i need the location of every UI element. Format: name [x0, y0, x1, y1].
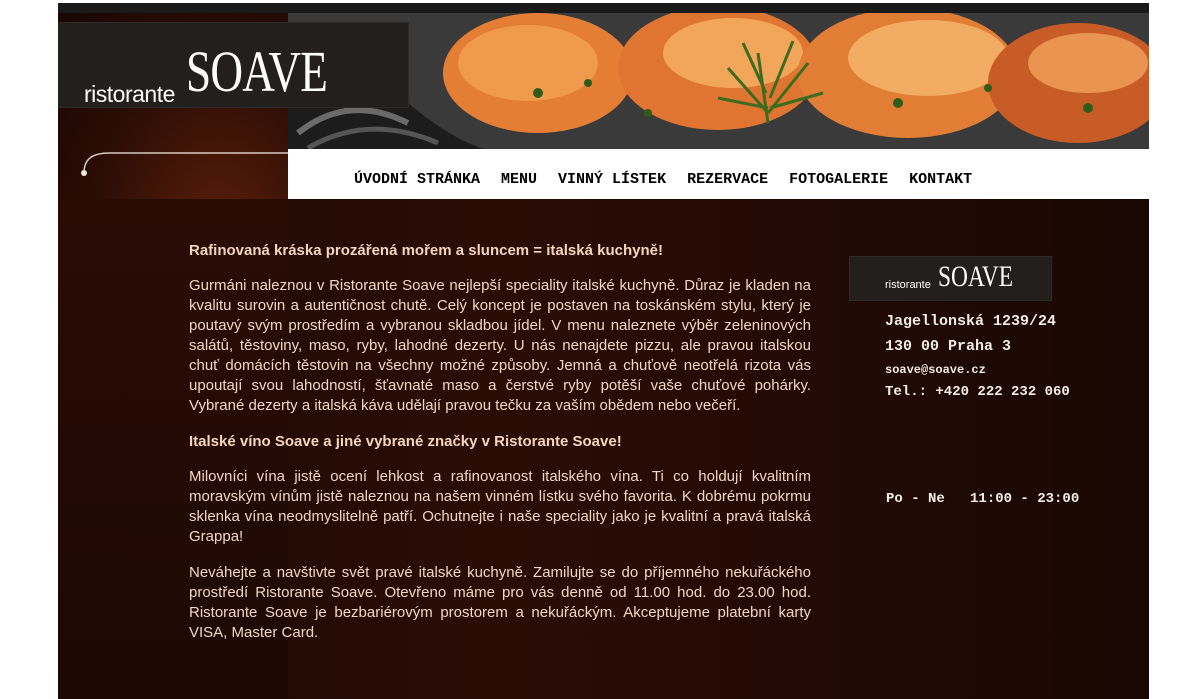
nav-item-menu[interactable]: MENU: [501, 171, 537, 188]
nav-item-wine-list[interactable]: VINNÝ LÍSTEK: [558, 171, 666, 188]
site-logo[interactable]: ristorante SOAVE: [58, 23, 408, 107]
seafood-dish-image: [288, 13, 1149, 153]
content-heading-2: Italské víno Soave a jiné vybrané značky…: [189, 433, 622, 450]
address-city: 130 00 Praha 3: [885, 338, 1012, 355]
top-border: [58, 3, 1149, 13]
nav-item-contact[interactable]: KONTAKT: [909, 171, 972, 188]
content-paragraph-1: Gurmáni naleznou v Ristorante Soave nejl…: [189, 277, 811, 414]
opening-hours: Po - Ne 11:00 - 23:00: [886, 491, 1080, 507]
decorative-curve-icon: [81, 152, 288, 176]
sidebar-logo-small: ristorante: [885, 279, 931, 291]
sidebar-logo-big: SOAVE: [938, 260, 1013, 293]
nav-item-gallery[interactable]: FOTOGALERIE: [789, 171, 888, 188]
content-heading-1: Rafinovaná kráska prozářená mořem a slun…: [189, 242, 663, 259]
logo-text-big: SOAVE: [186, 39, 328, 104]
contact-email[interactable]: soave@soave.cz: [885, 363, 1140, 377]
nav-item-home[interactable]: ÚVODNÍ STRÁNKA: [354, 171, 480, 188]
content-paragraph-3: Neváhejte a navštivte svět pravé italské…: [189, 564, 811, 641]
main-content: Rafinovaná kráska prozářená mořem a slun…: [189, 241, 811, 659]
contact-phone: Tel.: +420 222 232 060: [885, 384, 1070, 400]
contact-address: Jagellonská 1239/24 130 00 Praha 3 soave…: [885, 313, 1140, 400]
logo-text-small: ristorante: [84, 81, 175, 107]
contact-sidebar: ristorante SOAVE Jagellonská 1239/24 130…: [850, 257, 1140, 507]
site-container: ristorante SOAVE ÚVODNÍ STRÁNKA MENU VIN…: [58, 13, 1149, 699]
content-paragraph-2: Milovníci vína jistě ocení lehkost a raf…: [189, 468, 811, 545]
main-navigation: ÚVODNÍ STRÁNKA MENU VINNÝ LÍSTEK REZERVA…: [288, 149, 1149, 199]
nav-item-reservation[interactable]: REZERVACE: [687, 171, 768, 188]
sidebar-logo: ristorante SOAVE: [850, 257, 1051, 300]
address-street: Jagellonská 1239/24: [885, 313, 1057, 330]
